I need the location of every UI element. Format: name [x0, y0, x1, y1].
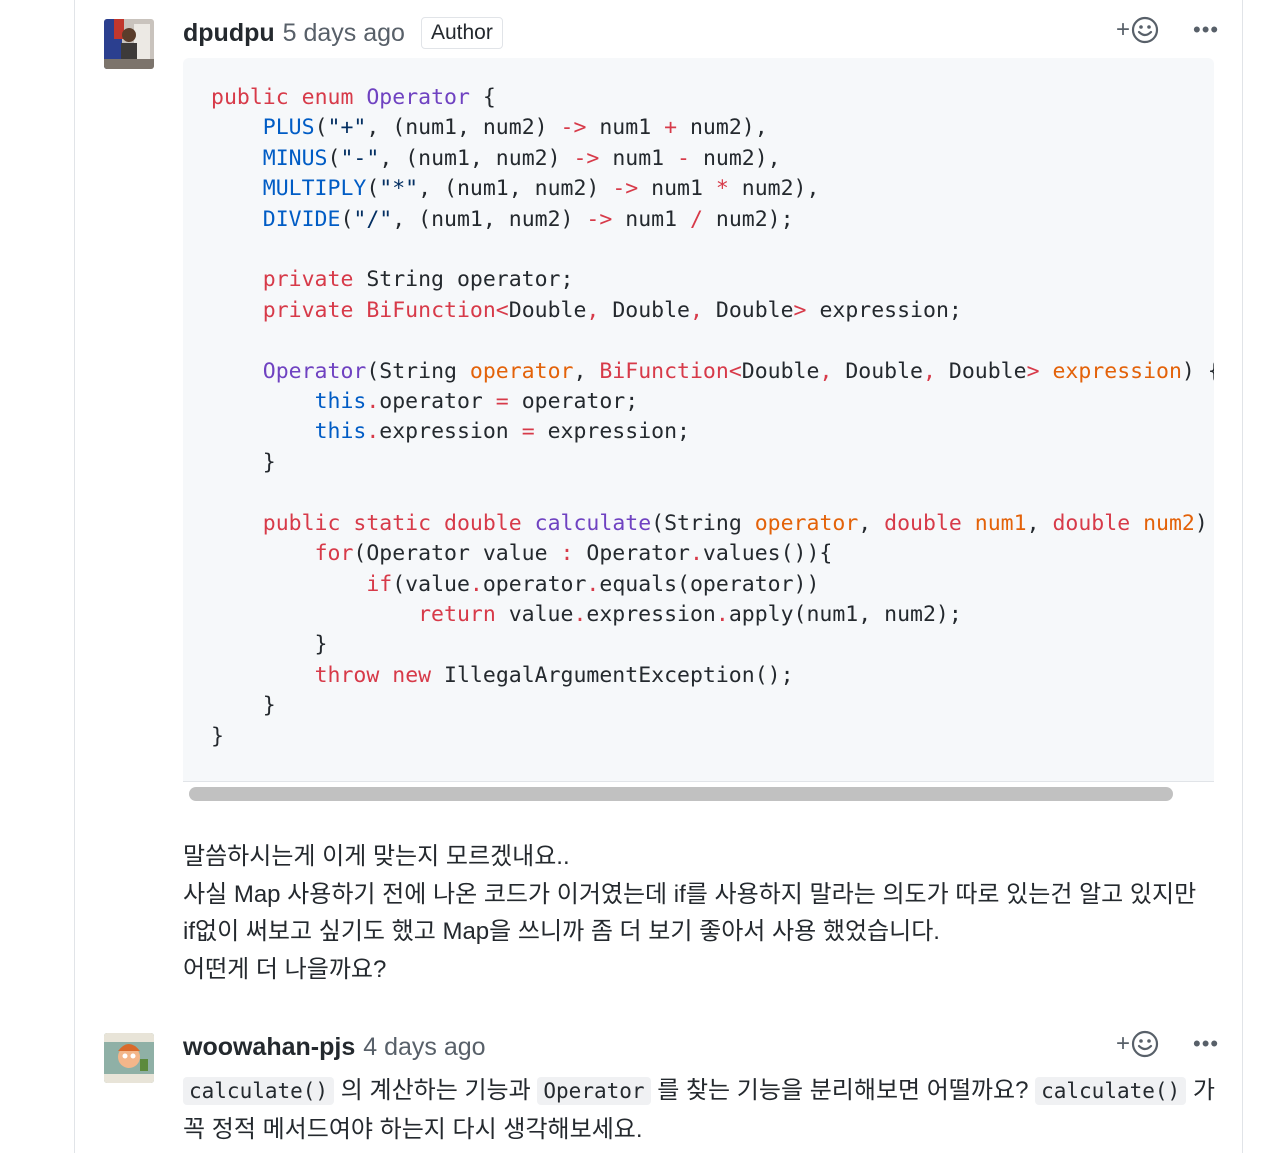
- code-line: }: [211, 449, 276, 475]
- code-line: }: [211, 693, 276, 719]
- timeline-right-border: [1242, 0, 1243, 1153]
- scrollbar-thumb[interactable]: [189, 787, 1173, 801]
- code-line: private BiFunction<Double, Double, Doubl…: [262, 297, 962, 323]
- more-options-icon[interactable]: •••: [1193, 1032, 1219, 1056]
- avatar[interactable]: [104, 1033, 154, 1083]
- code-line: return value.expression.apply(num1, num2…: [418, 601, 962, 627]
- code-line: this.operator = operator;: [314, 389, 639, 415]
- code-line: }: [211, 723, 224, 749]
- code-content: public enum Operator { PLUS("+", (num1, …: [211, 83, 1214, 752]
- horizontal-scrollbar[interactable]: [183, 781, 1214, 808]
- code-line: throw new IllegalArgumentException();: [314, 662, 794, 688]
- code-line: DIVIDE("/", (num1, num2) -> num1 / num2)…: [262, 206, 794, 232]
- inline-code: calculate(): [183, 1077, 335, 1105]
- code-line: this.expression = expression;: [314, 419, 690, 445]
- inline-code: Operator: [537, 1077, 651, 1105]
- avatar[interactable]: [104, 19, 154, 69]
- code-block: public enum Operator { PLUS("+", (num1, …: [183, 58, 1214, 808]
- more-options-icon[interactable]: •••: [1193, 18, 1219, 42]
- reply-text: 를 찾는 기능을 분리해보면 어떨까요?: [650, 1077, 1036, 1104]
- add-reaction-button[interactable]: +: [1116, 1030, 1159, 1058]
- reply-body: calculate() 의 계산하는 기능과 Operator 를 찾는 기능을…: [183, 1072, 1223, 1148]
- inline-code: calculate(): [1035, 1077, 1187, 1105]
- cartoon-avatar: [104, 1033, 154, 1083]
- author-name[interactable]: dpudpu: [183, 19, 275, 48]
- author-name[interactable]: woowahan-pjs: [183, 1033, 355, 1062]
- smiley-icon: [1131, 16, 1159, 44]
- reply-text: 의 계산하는 기능과: [334, 1077, 538, 1104]
- timestamp[interactable]: 4 days ago: [363, 1033, 485, 1062]
- author-badge: Author: [420, 17, 503, 49]
- smiley-icon: [1131, 1030, 1159, 1058]
- comment-line: 어떤게 더 나을까요?: [183, 955, 387, 983]
- comment-line: 사실 Map 사용하기 전에 나온 코드가 이거였는데 if를 사용하지 말라는…: [183, 880, 1197, 908]
- code-line: MINUS("-", (num1, num2) -> num1 - num2),: [262, 145, 781, 171]
- comment-actions: + •••: [1116, 16, 1219, 44]
- plus-icon: +: [1116, 1030, 1131, 1057]
- plus-icon: +: [1116, 16, 1131, 43]
- comment-body: 말씀하시는게 이게 맞는지 모르겠내요.. 사실 Map 사용하기 전에 나온 …: [183, 838, 1223, 988]
- code-line: Operator(String operator, BiFunction<Dou…: [262, 358, 1214, 384]
- code-line: }: [211, 632, 328, 658]
- comment-line: 말씀하시는게 이게 맞는지 모르겠내요..: [183, 843, 570, 870]
- code-line: public enum Operator {: [211, 85, 496, 110]
- comment-header: dpudpu 5 days ago Author: [183, 14, 503, 52]
- comment-line: if없이 써보고 싶기도 했고 Map을 쓰니까 좀 더 보기 좋아서 사용 했…: [183, 918, 940, 945]
- code-line: private String operator;: [262, 267, 574, 293]
- add-reaction-button[interactable]: +: [1116, 16, 1159, 44]
- comment-header: woowahan-pjs 4 days ago: [183, 1028, 486, 1066]
- code-line: public static double calculate(String op…: [262, 510, 1208, 536]
- timestamp[interactable]: 5 days ago: [283, 19, 405, 48]
- user-avatar-photo: [104, 19, 154, 69]
- code-line: if(value.operator.equals(operator)): [366, 571, 820, 597]
- comment-actions: + •••: [1116, 1030, 1219, 1058]
- timeline-left-border: [74, 0, 75, 1153]
- code-line: PLUS("+", (num1, num2) -> num1 + num2),: [262, 115, 768, 141]
- code-line: for(Operator value : Operator.values()){: [314, 541, 833, 567]
- code-line: MULTIPLY("*", (num1, num2) -> num1 * num…: [262, 176, 820, 202]
